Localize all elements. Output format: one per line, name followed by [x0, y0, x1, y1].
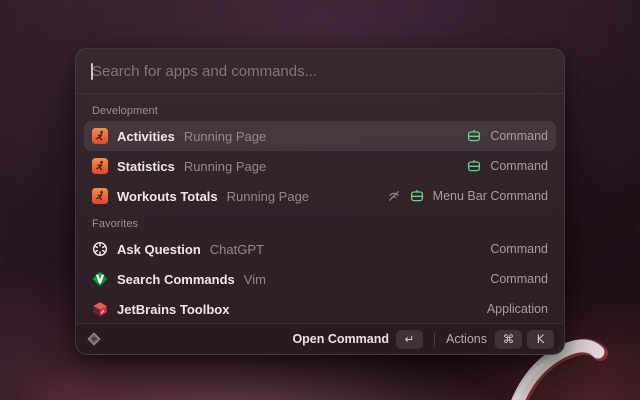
jetbrains-toolbox-logo-icon [92, 301, 108, 317]
running-page-icon [92, 188, 108, 204]
item-type: Application [487, 302, 548, 316]
footer-divider [434, 333, 435, 346]
actions-button[interactable]: Actions ⌘ K [446, 330, 554, 349]
list-item-statistics[interactable]: Statistics Running Page Command [84, 151, 556, 181]
search-bar [76, 49, 564, 94]
item-type: Command [490, 159, 548, 173]
command-device-icon [467, 129, 481, 143]
item-title: Search Commands [117, 272, 235, 287]
item-type: Command [490, 272, 548, 286]
section-header-development: Development [84, 98, 556, 121]
item-title: Ask Question [117, 242, 201, 257]
menubar-inactive-icon [387, 189, 401, 203]
item-type: Command [490, 129, 548, 143]
list-item-ask-question[interactable]: Ask Question ChatGPT Command [84, 234, 556, 264]
item-type: Menu Bar Command [433, 189, 548, 203]
text-caret [91, 63, 93, 80]
item-title: Workouts Totals [117, 189, 218, 204]
item-subtitle: ChatGPT [210, 242, 264, 257]
launcher-window: Development Activities Running Page [75, 48, 565, 355]
search-input[interactable] [92, 63, 548, 80]
section-header-favorites: Favorites [84, 211, 556, 234]
results-list: Development Activities Running Page [76, 94, 564, 323]
item-subtitle: Vim [244, 272, 266, 287]
running-page-icon [92, 128, 108, 144]
item-title: Activities [117, 129, 175, 144]
list-item-search-commands[interactable]: Search Commands Vim Command [84, 264, 556, 294]
actions-label: Actions [446, 332, 487, 346]
return-key-badge: ↵ [396, 330, 423, 349]
running-page-icon [92, 158, 108, 174]
list-item-jetbrains-toolbox[interactable]: JetBrains Toolbox Application [84, 294, 556, 323]
open-command-button[interactable]: Open Command ↵ [292, 330, 423, 349]
list-item-workouts-totals[interactable]: Workouts Totals Running Page Menu Bar Co… [84, 181, 556, 211]
vim-logo-icon [92, 271, 108, 287]
item-subtitle: Running Page [184, 159, 266, 174]
raycast-logo-icon [86, 331, 102, 347]
item-subtitle: Running Page [227, 189, 309, 204]
chatgpt-logo-icon [92, 241, 108, 257]
item-title: JetBrains Toolbox [117, 302, 229, 317]
cmd-key-badge: ⌘ [495, 330, 522, 349]
k-key-badge: K [527, 330, 554, 349]
command-device-icon [410, 189, 424, 203]
item-subtitle: Running Page [184, 129, 266, 144]
list-item-activities[interactable]: Activities Running Page Command [84, 121, 556, 151]
command-device-icon [467, 159, 481, 173]
item-type: Command [490, 242, 548, 256]
open-command-label: Open Command [292, 332, 389, 346]
footer-bar: Open Command ↵ Actions ⌘ K [76, 323, 564, 354]
item-title: Statistics [117, 159, 175, 174]
